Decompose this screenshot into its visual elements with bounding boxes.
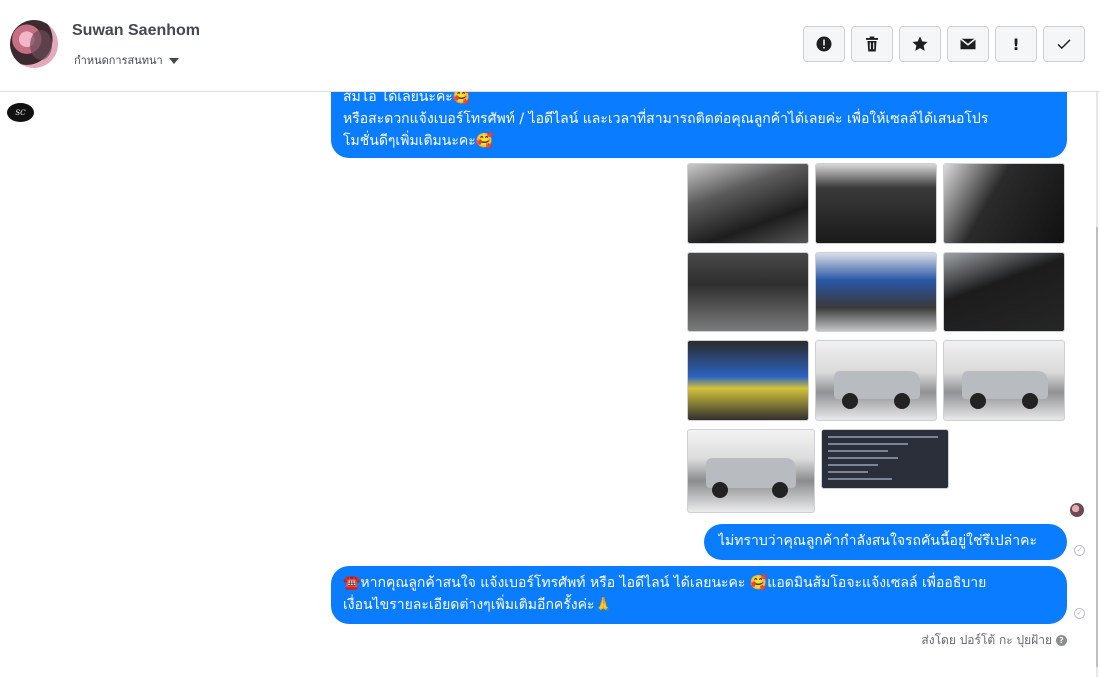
check-icon <box>1057 39 1071 50</box>
sent-check-icon: ✓ <box>1074 545 1085 556</box>
message-line: ☎️หากคุณลูกค้าสนใจ แจ้งเบอร์โทรศัพท์ หรื… <box>343 575 987 591</box>
help-icon[interactable]: ? <box>1056 635 1067 646</box>
conversation-header: Suwan Saenhom กำหนดการสนทนา ! <box>0 0 1100 92</box>
truck-wheel <box>842 393 858 409</box>
mark-done-button[interactable] <box>1043 26 1085 62</box>
photo-document-screenshot[interactable] <box>821 429 949 489</box>
doc-text-line <box>828 464 878 466</box>
photo-interior-dashboard[interactable] <box>687 163 809 244</box>
mark-unread-button[interactable] <box>947 26 989 62</box>
truck-wheel <box>772 482 788 498</box>
truck-wheel <box>894 393 910 409</box>
alert-circle-icon <box>816 36 832 52</box>
conversation-status-dropdown[interactable]: กำหนดการสนทนา <box>74 51 179 69</box>
message-line: เงื่อนไขรายละเอียดต่างๆเพิ่มเติมอีกครั้ง… <box>343 597 612 613</box>
doc-text-line <box>828 450 888 452</box>
message-line: ส้มโอ ได้เลยนะคะ🥰 <box>343 92 471 105</box>
photo-gear-console[interactable] <box>815 163 937 244</box>
sent-by-info: ส่งโดย ปอร์โต้ กะ ปุยฝ้าย ? <box>921 631 1067 650</box>
star-icon <box>912 36 928 51</box>
spam-button[interactable] <box>803 26 845 62</box>
message-bubble[interactable]: ☎️หากคุณลูกค้าสนใจ แจ้งเบอร์โทรศัพท์ หรื… <box>331 566 1067 624</box>
follow-up-button[interactable]: ! <box>995 26 1037 62</box>
doc-text-line <box>828 478 892 480</box>
photo-engine-bay[interactable] <box>815 252 937 332</box>
photo-rear-seat[interactable] <box>943 252 1065 332</box>
message-line: ไม่ทราบว่าคุณลูกค้ากำลังสนใจรถคันนี้อยู่… <box>718 533 1037 549</box>
photo-truck-front-view[interactable] <box>815 340 937 421</box>
doc-text-line <box>828 457 898 459</box>
photo-truck-rear-view[interactable] <box>687 429 815 513</box>
photo-center-console[interactable] <box>687 252 809 332</box>
truck-wheel <box>970 393 986 409</box>
star-button[interactable] <box>899 26 941 62</box>
envelope-icon <box>960 38 976 50</box>
sent-check-icon: ✓ <box>1074 608 1085 619</box>
user-name[interactable]: Suwan Saenhom <box>72 22 200 40</box>
truck-wheel <box>1022 393 1038 409</box>
photo-battery[interactable] <box>687 340 809 421</box>
page-avatar-logo: SC <box>15 108 26 117</box>
exclamation-icon: ! <box>1012 34 1020 54</box>
trash-icon <box>866 36 878 52</box>
message-bubble[interactable]: ไม่ทราบว่าคุณลูกค้ากำลังสนใจรถคันนี้อยู่… <box>704 524 1067 560</box>
page-avatar: SC <box>7 103 34 122</box>
doc-text-line <box>828 471 868 473</box>
doc-text-line <box>828 436 938 438</box>
read-receipt-avatar <box>1070 503 1084 517</box>
message-line: หรือสะดวกแจ้งเบอร์โทรศัพท์ / ไอดีไลน์ แล… <box>343 111 989 127</box>
delete-button[interactable] <box>851 26 893 62</box>
photo-front-seats[interactable] <box>943 163 1065 244</box>
scrollbar-thumb[interactable] <box>1096 227 1098 667</box>
message-line: โมชั่นดีๆเพิ่มเติมนะคะ🥰 <box>343 133 494 149</box>
user-avatar[interactable] <box>10 20 58 68</box>
truck-wheel <box>712 482 728 498</box>
action-toolbar: ! <box>803 26 1085 62</box>
message-bubble[interactable]: ส้มโอ ได้เลยนะคะ🥰 หรือสะดวกแจ้งเบอร์โทรศ… <box>331 92 1067 158</box>
photo-truck-front-view-2[interactable] <box>943 340 1065 421</box>
sent-by-text: ส่งโดย ปอร์โต้ กะ ปุยฝ้าย <box>921 633 1052 647</box>
doc-text-line <box>828 443 908 445</box>
status-select-label: กำหนดการสนทนา <box>74 54 163 67</box>
message-thread[interactable]: SC ส้มโอ ได้เลยนะคะ🥰 หรือสะดวกแจ้งเบอร์โ… <box>0 92 1100 677</box>
caret-down-icon <box>168 57 179 64</box>
